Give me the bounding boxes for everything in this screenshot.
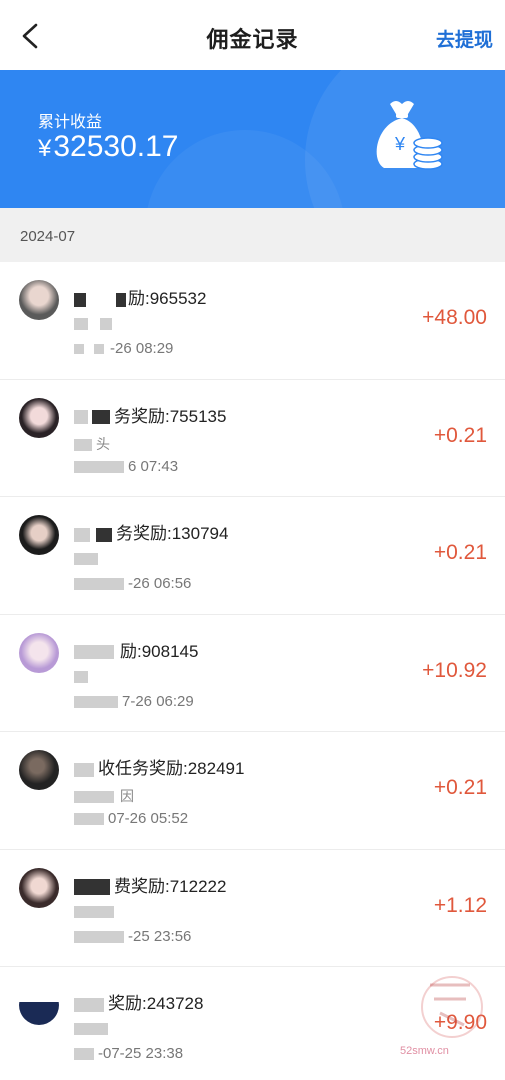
date-group-label: 2024-07 bbox=[20, 228, 76, 245]
avatar bbox=[19, 867, 59, 908]
list-item[interactable]: 励:965532 -26 08:29 +48.00 bbox=[0, 262, 505, 380]
top-nav-bar: 佣金记录 去提现 bbox=[0, 0, 505, 70]
record-time: 7-26 06:29 bbox=[74, 693, 194, 710]
record-title: 务奖励:755135 bbox=[74, 402, 226, 427]
record-time: 07-26 05:52 bbox=[74, 810, 188, 827]
date-group-header: 2024-07 bbox=[0, 208, 505, 262]
commission-record-list: 励:965532 -26 08:29 +48.00 务奖励:755135 头 6… bbox=[0, 262, 505, 1080]
record-title: 收任务奖励:282491 bbox=[74, 754, 244, 779]
money-bag-icon: ¥ bbox=[376, 101, 443, 170]
list-item[interactable]: 务奖励:130794 -26 06:56 +0.21 bbox=[0, 497, 505, 615]
record-subtitle bbox=[74, 316, 112, 332]
avatar bbox=[19, 280, 59, 320]
record-subtitle: 头 bbox=[74, 434, 110, 454]
record-title: 励:965532 bbox=[74, 284, 206, 309]
record-title: 奖励:243728 bbox=[74, 989, 203, 1014]
avatar bbox=[19, 750, 59, 790]
svg-text:¥: ¥ bbox=[394, 134, 406, 154]
record-amount: +10.92 bbox=[422, 658, 487, 682]
record-title: 费奖励:712222 bbox=[74, 872, 226, 897]
currency-symbol: ¥ bbox=[38, 135, 52, 162]
record-amount: +48.00 bbox=[422, 306, 487, 329]
record-amount: +9.90 bbox=[433, 1011, 487, 1034]
record-time: -26 06:56 bbox=[74, 575, 191, 592]
record-amount: +0.21 bbox=[433, 541, 487, 564]
record-subtitle bbox=[74, 551, 98, 567]
record-time: -25 23:56 bbox=[74, 928, 191, 945]
avatar bbox=[19, 985, 59, 1025]
record-subtitle bbox=[74, 669, 88, 685]
record-amount: +1.12 bbox=[433, 893, 487, 917]
record-time: 6 07:43 bbox=[74, 458, 178, 475]
total-earnings-amount: ¥32530.17 bbox=[38, 130, 179, 164]
record-subtitle bbox=[74, 1021, 108, 1037]
page-title: 佣金记录 bbox=[206, 28, 299, 53]
avatar bbox=[19, 397, 59, 438]
record-title: 务奖励:130794 bbox=[74, 519, 228, 544]
list-item[interactable]: 奖励:243728 -07-25 23:38 +9.90 bbox=[0, 967, 505, 1080]
total-earnings-label: 累计收益 bbox=[38, 112, 103, 131]
record-subtitle: 因 bbox=[74, 786, 134, 806]
withdraw-link[interactable]: 去提现 bbox=[436, 25, 493, 52]
record-subtitle bbox=[74, 904, 114, 920]
record-amount: +0.21 bbox=[433, 776, 487, 799]
list-item[interactable]: 收任务奖励:282491 因 07-26 05:52 +0.21 bbox=[0, 732, 505, 850]
list-item[interactable]: 励:908145 7-26 06:29 +10.92 bbox=[0, 614, 505, 732]
record-time: -07-25 23:38 bbox=[74, 1045, 183, 1062]
earnings-summary-banner: 累计收益 ¥32530.17 ¥ bbox=[0, 70, 505, 208]
avatar bbox=[19, 632, 59, 673]
record-title: 励:908145 bbox=[74, 637, 198, 662]
record-amount: +0.21 bbox=[433, 423, 487, 447]
list-item[interactable]: 务奖励:755135 头 6 07:43 +0.21 bbox=[0, 379, 505, 497]
avatar bbox=[19, 515, 59, 555]
record-time: -26 08:29 bbox=[74, 340, 173, 357]
list-item[interactable]: 费奖励:712222 -25 23:56 +1.12 bbox=[0, 849, 505, 967]
total-earnings-value: 32530.17 bbox=[53, 130, 179, 163]
